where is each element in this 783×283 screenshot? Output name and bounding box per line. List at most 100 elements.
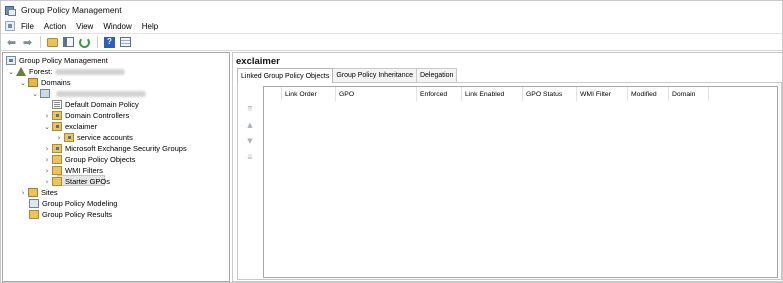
gpm-icon xyxy=(6,56,16,65)
expand-icon[interactable]: › xyxy=(43,156,51,164)
toolbar-separator xyxy=(40,36,41,48)
gpo-link-icon xyxy=(52,100,62,109)
column-link-enabled[interactable]: Link Enabled xyxy=(462,87,523,101)
link-order-buttons: ⇈ ▲ ▼ ⇊ xyxy=(244,101,256,165)
linked-gpo-list[interactable]: Link Order GPO Enforced Link Enabled GPO… xyxy=(263,86,778,278)
tab-strip: Linked Group Policy Objects Group Policy… xyxy=(237,68,458,83)
modeling-icon xyxy=(29,199,39,208)
help-icon: ? xyxy=(104,36,115,48)
column-domain[interactable]: Domain xyxy=(669,87,709,101)
column-link-order[interactable]: Link Order xyxy=(282,87,336,101)
show-hide-tree-icon xyxy=(63,37,74,47)
back-icon[interactable]: ⬅ xyxy=(5,36,18,49)
forward-icon[interactable]: ➡ xyxy=(21,36,34,49)
toolbar: ⬅ ➡ ? xyxy=(1,33,782,51)
title-bar: Group Policy Management xyxy=(1,1,782,19)
forest-label: Forest: xyxy=(29,67,53,76)
folder-icon xyxy=(52,166,62,175)
app-window: Group Policy Management File Action View… xyxy=(0,0,783,283)
menu-action[interactable]: Action xyxy=(44,22,66,31)
tab-delegation[interactable]: Delegation xyxy=(415,68,458,82)
expand-icon[interactable]: › xyxy=(19,189,27,197)
domain-icon xyxy=(40,89,50,98)
expand-icon[interactable]: › xyxy=(43,145,51,153)
column-modified[interactable]: Modified xyxy=(628,87,669,101)
ou-icon xyxy=(52,122,62,131)
column-gpo-status[interactable]: GPO Status xyxy=(523,87,577,101)
tree-gpo[interactable]: › Group Policy Objects xyxy=(43,154,135,165)
tree-forest[interactable]: ⌄ Forest: xyxy=(7,66,126,77)
tree-exclaimer[interactable]: ⌄ exclaimer xyxy=(43,121,97,132)
ou-icon xyxy=(64,133,74,142)
collapse-icon[interactable]: ⌄ xyxy=(31,90,39,98)
column-gpo[interactable]: GPO xyxy=(336,87,417,101)
properties-button[interactable] xyxy=(119,36,132,49)
tree-gp-results[interactable]: Group Policy Results xyxy=(29,209,112,220)
move-down-icon[interactable]: ▼ xyxy=(244,133,256,149)
help-button[interactable]: ? xyxy=(103,36,116,49)
console-tree[interactable]: Group Policy Management ⌄ Forest: ⌄ Doma… xyxy=(2,52,230,282)
show-hide-tree-button[interactable] xyxy=(62,36,75,49)
domain-name-redacted xyxy=(56,90,146,97)
menu-view[interactable]: View xyxy=(76,22,93,31)
expand-icon[interactable]: › xyxy=(43,112,51,120)
gp-results-label: Group Policy Results xyxy=(42,210,113,219)
expand-icon[interactable]: › xyxy=(43,178,51,186)
tree-ms-exchange[interactable]: › Microsoft Exchange Security Groups xyxy=(43,143,187,154)
service-accounts-label: service accounts xyxy=(77,133,133,142)
move-to-bottom-icon[interactable]: ⇊ xyxy=(244,149,256,165)
forest-name-redacted xyxy=(55,68,126,75)
gpo-label: Group Policy Objects xyxy=(65,155,136,164)
tree-wmi-filters[interactable]: › WMI Filters xyxy=(43,165,103,176)
wmi-filters-label: WMI Filters xyxy=(65,166,103,175)
folder-icon xyxy=(52,155,62,164)
tab-content: ⇈ ▲ ▼ ⇊ Link Order GPO Enforced Link Ena… xyxy=(237,82,782,280)
menu-bar: File Action View Window Help xyxy=(1,19,782,33)
tree-sites[interactable]: › Sites xyxy=(19,187,58,198)
collapse-icon[interactable]: ⌄ xyxy=(43,123,51,131)
tab-gp-inheritance[interactable]: Group Policy Inheritance xyxy=(332,68,417,82)
menu-help[interactable]: Help xyxy=(142,22,158,31)
move-up-icon[interactable]: ▲ xyxy=(244,117,256,133)
up-folder-button[interactable] xyxy=(46,36,59,49)
tree-default-domain-policy[interactable]: Default Domain Policy xyxy=(52,99,139,110)
refresh-icon xyxy=(79,36,90,48)
gpm-app-icon xyxy=(5,5,16,16)
collapse-icon[interactable]: ⌄ xyxy=(19,79,27,87)
domains-icon xyxy=(28,78,38,87)
column-enforced[interactable]: Enforced xyxy=(417,87,462,101)
results-icon xyxy=(29,210,39,219)
tree-gp-modeling[interactable]: Group Policy Modeling xyxy=(29,198,117,209)
column-spacer xyxy=(264,87,282,101)
tree-starter-gpos[interactable]: › Starter GPOs xyxy=(43,176,110,187)
folder-icon xyxy=(52,177,62,186)
forest-icon xyxy=(16,67,26,76)
gp-modeling-label: Group Policy Modeling xyxy=(42,199,118,208)
tree-service-accounts[interactable]: › service accounts xyxy=(55,132,133,143)
domain-controllers-label: Domain Controllers xyxy=(65,111,130,120)
tree-root-label: Group Policy Management xyxy=(19,56,108,65)
tab-linked-gpos[interactable]: Linked Group Policy Objects xyxy=(237,68,334,83)
expand-icon[interactable]: › xyxy=(43,167,51,175)
domains-label: Domains xyxy=(41,78,71,87)
details-title: exclaimer xyxy=(236,56,280,67)
menu-file[interactable]: File xyxy=(21,22,34,31)
tree-domain-controllers[interactable]: › Domain Controllers xyxy=(43,110,129,121)
exclaimer-label: exclaimer xyxy=(65,122,98,131)
move-to-top-icon[interactable]: ⇈ xyxy=(244,101,256,117)
default-domain-policy-label: Default Domain Policy xyxy=(65,100,139,109)
refresh-button[interactable] xyxy=(78,36,91,49)
tree-root[interactable]: Group Policy Management xyxy=(6,55,108,66)
console-menu-icon[interactable] xyxy=(5,21,15,31)
starter-gpos-label: Starter GPOs xyxy=(65,177,111,186)
tree-domains[interactable]: ⌄ Domains xyxy=(19,77,71,88)
toolbar-separator xyxy=(97,36,98,48)
tree-domain[interactable]: ⌄ xyxy=(31,88,146,99)
ou-icon xyxy=(52,111,62,120)
column-wmi-filter[interactable]: WMI Filter xyxy=(577,87,628,101)
ou-icon xyxy=(52,144,62,153)
menu-window[interactable]: Window xyxy=(103,22,131,31)
collapse-icon[interactable]: ⌄ xyxy=(7,68,15,76)
up-folder-icon xyxy=(47,37,58,47)
expand-icon[interactable]: › xyxy=(55,134,63,142)
